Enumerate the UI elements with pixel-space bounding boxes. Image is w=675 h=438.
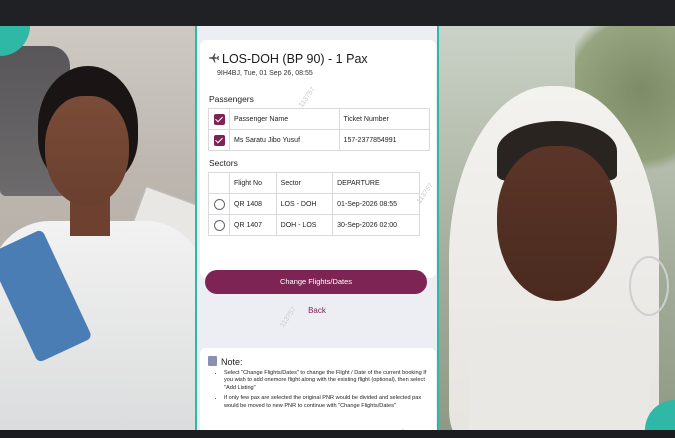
- sectors-label: Sectors: [209, 158, 238, 168]
- checkbox-checked-icon[interactable]: [213, 113, 225, 125]
- empty-header-cell: [208, 172, 230, 194]
- top-bar: [0, 0, 675, 26]
- table-header-row: Flight No Sector DEPARTURE: [208, 172, 420, 194]
- face: [497, 146, 617, 301]
- change-flights-button[interactable]: Change Flights/Dates: [205, 270, 427, 294]
- sector-radio-cell[interactable]: [208, 214, 230, 236]
- passenger-name: Ms Saratu Jibo Yusuf: [229, 129, 340, 151]
- ticket-number: 157-2377854991: [338, 129, 431, 151]
- flight-number: QR 1407: [229, 214, 277, 236]
- left-photo: [0, 26, 195, 430]
- column-header: Passenger Name: [229, 108, 340, 130]
- watermark: 113757: [298, 86, 317, 109]
- flight-title: LOS-DOH (BP 90) - 1 Pax: [208, 52, 368, 66]
- table-header-row: Passenger Name Ticket Number: [208, 108, 431, 130]
- booking-app-panel: LOS-DOH (BP 90) - 1 Pax 9IH4BJ, Tue, 01 …: [195, 26, 439, 430]
- column-header: DEPARTURE: [332, 172, 420, 194]
- list-item: If only few pax are selected the origina…: [224, 395, 428, 410]
- face: [45, 96, 129, 206]
- table-row: Ms Saratu Jibo Yusuf 157-2377854991: [208, 129, 431, 151]
- departure-time: 30-Sep-2026 02:00: [332, 214, 420, 236]
- bottom-bar: [0, 430, 675, 438]
- sector-radio-cell[interactable]: [208, 193, 230, 215]
- select-all-cell[interactable]: [208, 108, 230, 130]
- table-row[interactable]: QR 1407 DOH - LOS 30-Sep-2026 02:00: [208, 214, 420, 236]
- departure-time: 01-Sep-2026 08:55: [332, 193, 420, 215]
- note-heading: Note:: [208, 356, 243, 367]
- passengers-table: Passenger Name Ticket Number Ms Saratu J…: [208, 108, 431, 151]
- note-card: Note: Select "Change Flights/Dates" to c…: [200, 348, 436, 430]
- back-link[interactable]: Back: [197, 306, 437, 315]
- note-icon: [208, 356, 217, 366]
- note-list: Select "Change Flights/Dates" to change …: [216, 370, 428, 413]
- radio-button[interactable]: [213, 198, 225, 210]
- sector-route: DOH - LOS: [275, 214, 334, 236]
- body: [469, 326, 649, 430]
- column-header: Ticket Number: [338, 108, 431, 130]
- list-item: Select "Change Flights/Dates" to change …: [224, 370, 428, 392]
- sector-route: LOS - DOH: [275, 193, 334, 215]
- column-header: Sector: [275, 172, 334, 194]
- sectors-table: Flight No Sector DEPARTURE QR 1408 LOS -…: [208, 172, 420, 236]
- radio-button[interactable]: [213, 219, 225, 231]
- flight-route: LOS-DOH (BP 90) - 1 Pax: [222, 52, 368, 66]
- right-photo: [439, 26, 675, 430]
- plane-icon: [209, 53, 219, 63]
- passengers-label: Passengers: [209, 94, 254, 104]
- collage: LOS-DOH (BP 90) - 1 Pax 9IH4BJ, Tue, 01 …: [0, 0, 675, 438]
- passenger-select-cell[interactable]: [208, 129, 230, 151]
- flight-number: QR 1408: [229, 193, 277, 215]
- checkbox-checked-icon[interactable]: [213, 134, 225, 146]
- booking-card: LOS-DOH (BP 90) - 1 Pax 9IH4BJ, Tue, 01 …: [200, 40, 436, 278]
- table-row[interactable]: QR 1408 LOS - DOH 01-Sep-2026 08:55: [208, 193, 420, 215]
- flight-subtitle: 9IH4BJ, Tue, 01 Sep 26, 08:55: [217, 70, 313, 77]
- earring: [629, 256, 669, 316]
- column-header: Flight No: [229, 172, 277, 194]
- note-title: Note:: [221, 357, 243, 367]
